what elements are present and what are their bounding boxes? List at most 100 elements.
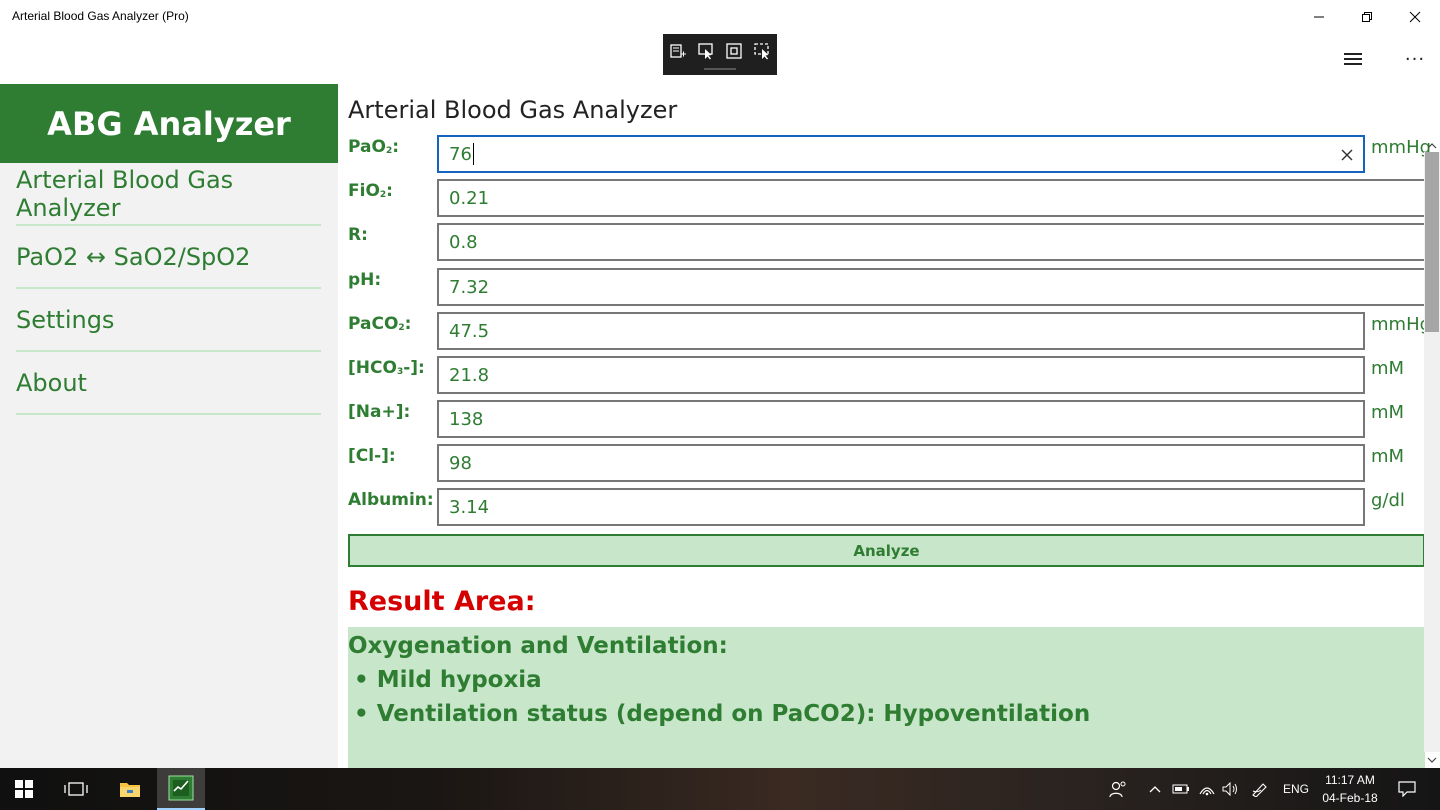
clear-input-button[interactable] bbox=[1341, 145, 1353, 166]
people-button[interactable] bbox=[1106, 768, 1130, 810]
pen-workspace-button[interactable] bbox=[1248, 768, 1272, 810]
more-options-button[interactable]: ··· bbox=[1398, 44, 1432, 74]
clock-time: 11:17 AM bbox=[1325, 773, 1375, 787]
restore-icon bbox=[1362, 12, 1372, 22]
battery-icon bbox=[1172, 784, 1189, 794]
sidebar-item-label: Arterial Blood Gas Analyzer bbox=[16, 165, 234, 222]
sidebar-item-label: About bbox=[16, 368, 87, 397]
action-center-button[interactable] bbox=[1392, 768, 1422, 810]
taskbar: ENG 11:17 AM 04-Feb-18 bbox=[0, 768, 1440, 810]
scrollbar-thumb[interactable] bbox=[1425, 152, 1439, 332]
field-row-r: R: 0.8 bbox=[348, 223, 1440, 261]
hamburger-icon bbox=[1344, 53, 1362, 65]
minimize-icon bbox=[1314, 16, 1324, 18]
snip-edit-icon[interactable] bbox=[667, 40, 689, 62]
task-view-icon bbox=[64, 782, 88, 796]
scroll-down-button[interactable] bbox=[1424, 752, 1440, 766]
volume-indicator[interactable] bbox=[1220, 768, 1242, 810]
minimize-button[interactable] bbox=[1296, 0, 1342, 34]
window-capture-icon[interactable] bbox=[723, 40, 745, 62]
hamburger-menu-button[interactable] bbox=[1336, 44, 1370, 74]
scroll-up-button[interactable] bbox=[1424, 138, 1440, 152]
field-row-paco2: PaCO2: 47.5 mmHg bbox=[348, 312, 1440, 350]
field-row-albumin: Albumin: 3.14 g/dl bbox=[348, 488, 1440, 526]
paco2-label: PaCO2: bbox=[348, 314, 412, 334]
page-title: Arterial Blood Gas Analyzer bbox=[348, 96, 678, 124]
chevron-down-icon bbox=[1427, 757, 1437, 763]
sidebar-item-label: PaO2 ↔ SaO2/SpO2 bbox=[16, 242, 251, 271]
na-input[interactable]: 138 bbox=[437, 400, 1365, 438]
na-label: [Na+]: bbox=[348, 402, 411, 422]
task-view-button[interactable] bbox=[52, 768, 100, 810]
field-row-na: [Na+]: 138 mM bbox=[348, 400, 1440, 438]
sidebar-item-pao2-sao2[interactable]: PaO2 ↔ SaO2/SpO2 bbox=[16, 226, 321, 289]
ph-input[interactable]: 7.32 bbox=[437, 268, 1440, 306]
clear-icon bbox=[1341, 149, 1353, 161]
volume-icon bbox=[1222, 782, 1237, 796]
sidebar-item-about[interactable]: About bbox=[16, 352, 321, 415]
window-title: Arterial Blood Gas Analyzer (Pro) bbox=[12, 9, 189, 23]
restore-button[interactable] bbox=[1344, 0, 1390, 34]
pao2-input[interactable]: 76 bbox=[437, 135, 1365, 173]
wifi-indicator[interactable] bbox=[1196, 768, 1218, 810]
window-titlebar: Arterial Blood Gas Analyzer (Pro) bbox=[0, 0, 1440, 34]
text-caret bbox=[472, 143, 474, 165]
sidebar: ABG Analyzer Arterial Blood Gas Analyzer… bbox=[0, 84, 338, 768]
chevron-up-icon bbox=[1149, 786, 1161, 793]
result-bullet: • Mild hypoxia bbox=[354, 667, 542, 693]
result-box: Oxygenation and Ventilation: • Mild hypo… bbox=[348, 627, 1425, 768]
ph-label: pH: bbox=[348, 270, 382, 290]
hco3-label: [HCO3-]: bbox=[348, 358, 425, 378]
people-icon bbox=[1109, 781, 1126, 798]
na-unit: mM bbox=[1371, 402, 1405, 423]
windows-logo-icon bbox=[15, 780, 33, 798]
analyze-button[interactable]: Analyze bbox=[348, 534, 1425, 567]
sidebar-item-label: Settings bbox=[16, 305, 115, 334]
show-hidden-icons-button[interactable] bbox=[1146, 768, 1164, 810]
field-row-pao2: PaO2: 76 mmHg bbox=[348, 135, 1440, 173]
start-button[interactable] bbox=[0, 768, 48, 810]
result-bullet: • Ventilation status (depend on PaCO2): … bbox=[354, 701, 1091, 727]
fio2-input[interactable]: 0.21 bbox=[437, 179, 1440, 217]
sidebar-item-abg-analyzer[interactable]: Arterial Blood Gas Analyzer bbox=[16, 163, 321, 226]
clock-date: 04-Feb-18 bbox=[1322, 791, 1378, 805]
file-explorer-button[interactable] bbox=[106, 768, 154, 810]
field-row-fio2: FiO2: 0.21 bbox=[348, 179, 1440, 217]
field-row-ph: pH: 7.32 bbox=[348, 268, 1440, 306]
chevron-up-icon bbox=[1427, 143, 1437, 149]
close-button[interactable] bbox=[1392, 0, 1438, 34]
cl-input[interactable]: 98 bbox=[437, 444, 1365, 482]
battery-indicator[interactable] bbox=[1170, 768, 1192, 810]
hco3-input[interactable]: 21.8 bbox=[437, 356, 1365, 394]
hco3-unit: mM bbox=[1371, 358, 1405, 379]
notification-icon bbox=[1398, 781, 1416, 797]
folder-icon bbox=[120, 783, 140, 797]
more-icon: ··· bbox=[1404, 48, 1426, 70]
paco2-input[interactable]: 47.5 bbox=[437, 312, 1365, 350]
wifi-icon bbox=[1199, 787, 1215, 796]
cl-unit: mM bbox=[1371, 446, 1405, 467]
result-heading: Oxygenation and Ventilation: bbox=[348, 633, 728, 659]
fio2-label: FiO2: bbox=[348, 181, 393, 201]
capture-toolbar bbox=[663, 34, 777, 75]
albumin-unit: g/dl bbox=[1371, 490, 1405, 511]
result-area-title: Result Area: bbox=[348, 586, 536, 617]
region-capture-icon[interactable] bbox=[751, 40, 773, 62]
sidebar-item-settings[interactable]: Settings bbox=[16, 289, 321, 352]
field-row-cl: [Cl-]: 98 mM bbox=[348, 444, 1440, 482]
system-clock[interactable]: 11:17 AM 04-Feb-18 bbox=[1316, 771, 1384, 807]
toolbar-grip[interactable] bbox=[704, 68, 736, 70]
abg-app-icon bbox=[168, 775, 194, 801]
field-row-hco3: [HCO3-]: 21.8 mM bbox=[348, 356, 1440, 394]
input-language-indicator[interactable]: ENG bbox=[1278, 768, 1314, 810]
brand-banner: ABG Analyzer bbox=[0, 84, 338, 163]
pao2-unit: mmHg bbox=[1371, 137, 1432, 158]
abg-app-taskbar-button[interactable] bbox=[157, 768, 205, 810]
albumin-input[interactable]: 3.14 bbox=[437, 488, 1365, 526]
r-input[interactable]: 0.8 bbox=[437, 223, 1440, 261]
main-content: Arterial Blood Gas Analyzer PaO2: 76 mmH… bbox=[338, 84, 1440, 768]
brand-title: ABG Analyzer bbox=[47, 104, 291, 143]
cl-label: [Cl-]: bbox=[348, 446, 396, 466]
select-cursor-icon[interactable] bbox=[695, 40, 717, 62]
r-label: R: bbox=[348, 225, 368, 245]
